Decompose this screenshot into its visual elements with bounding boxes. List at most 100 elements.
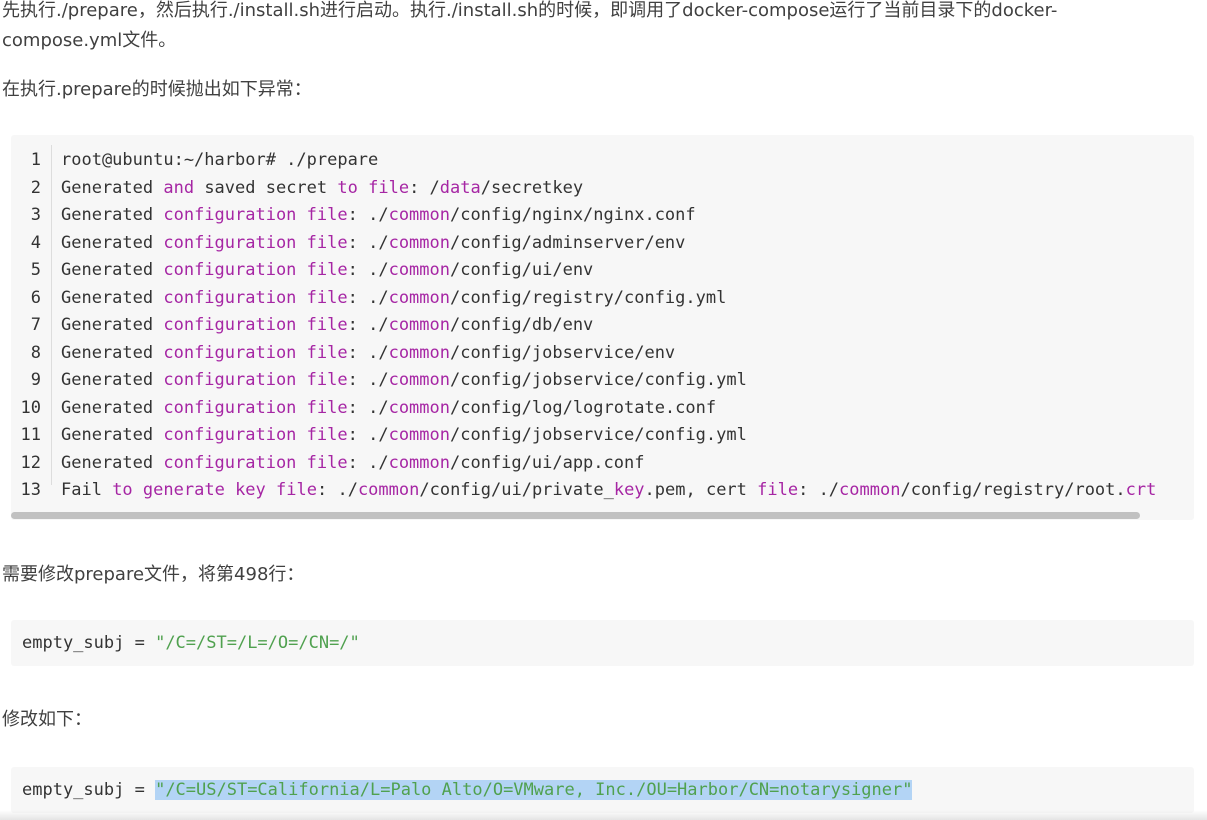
code-line: 6 Generated configuration file: ./common/… <box>11 285 1194 313</box>
code-keyword: file <box>306 342 348 363</box>
code-token: Fail <box>61 480 113 500</box>
old-snippet-var: empty_subj <box>22 633 125 653</box>
code-keyword: common <box>388 397 450 418</box>
line-number: 8 <box>30 342 41 363</box>
code-token: /config/ui/private_ <box>419 480 614 500</box>
code-line: 4 Generated configuration file: ./common/… <box>11 230 1194 258</box>
code-token: : / <box>409 177 440 198</box>
code-keyword: common <box>388 287 450 308</box>
code-keyword: file <box>306 315 348 335</box>
code-token: .pem, cert <box>644 480 758 500</box>
scrollbar-thumb[interactable] <box>11 512 1140 519</box>
code-line: 12 Generated configuration file: ./common… <box>11 450 1194 478</box>
code-keyword: generate <box>142 480 225 500</box>
old-snippet-value: "/C=/ST=/L=/O=/CN=/" <box>155 633 360 653</box>
exception-intro-text: 在执行.prepare的时候抛出如下异常： <box>2 79 312 100</box>
horizontal-scrollbar[interactable] <box>11 510 1194 520</box>
new-snippet-var: empty_subj <box>22 780 125 800</box>
line-number: 3 <box>30 205 41 225</box>
code-keyword: configuration <box>163 342 297 363</box>
line-number: 2 <box>30 177 41 198</box>
code-keyword: key <box>235 480 266 500</box>
code-token: /config/jobservice/env <box>450 342 676 363</box>
code-token: Generated <box>61 452 164 473</box>
new-value-snippet: empty_subj = "/C=US/ST=California/L=Palo… <box>11 767 1194 813</box>
code-keyword: file <box>306 425 348 445</box>
code-keyword: common <box>388 205 450 225</box>
code-token: /config/db/env <box>450 315 594 335</box>
code-line: 5 Generated configuration file: ./common/… <box>11 257 1194 285</box>
new-snippet-op: = <box>124 780 156 800</box>
code-keyword: common <box>388 232 450 253</box>
code-token: /config/ui/app.conf <box>450 452 645 473</box>
code-keyword: to <box>112 480 133 500</box>
code-keyword: common <box>357 480 420 500</box>
code-text: Generated configuration file: ./common/c… <box>61 422 747 450</box>
code-keyword: data <box>439 177 481 198</box>
code-line: 9 Generated configuration file: ./common/… <box>11 367 1194 395</box>
code-line: 3 Generated configuration file: ./common/… <box>11 202 1194 230</box>
code-keyword: file <box>306 205 348 225</box>
code-keyword: file <box>306 287 348 308</box>
code-keyword: file <box>306 232 348 253</box>
old-snippet-op: = <box>124 633 156 653</box>
code-keyword: crt <box>1125 480 1157 500</box>
code-token: Generated <box>61 232 164 253</box>
intro-paragraph-line1: 先执行./prepare，然后执行./install.sh进行启动。执行./in… <box>2 0 1058 21</box>
code-keyword: and <box>163 177 195 198</box>
code-line: 1 root@ubuntu:~/harbor# ./prepare <box>11 147 1194 175</box>
code-text: Generated configuration file: ./common/c… <box>61 312 593 340</box>
line-number: 5 <box>30 260 41 280</box>
code-token: Generated <box>61 397 164 418</box>
line-number: 13 <box>20 480 41 500</box>
code-token: Generated <box>61 425 164 445</box>
code-line: 11 Generated configuration file: ./common… <box>11 422 1194 450</box>
code-line: 2 Generated and saved secret to file: /da… <box>11 175 1194 203</box>
code-token: /secretkey <box>480 177 584 198</box>
code-keyword: configuration <box>163 452 297 473</box>
code-token: Generated <box>61 287 164 308</box>
code-token: : ./ <box>347 342 389 363</box>
code-keyword: file <box>306 397 348 418</box>
code-token: root@ubuntu:~/harbor# ./prepare <box>61 150 379 170</box>
code-token: : ./ <box>347 397 389 418</box>
line-number: 1 <box>30 150 41 170</box>
code-text: Generated configuration file: ./common/c… <box>61 285 726 313</box>
code-line: 7 Generated configuration file: ./common/… <box>11 312 1194 340</box>
code-token: /config/log/logrotate.conf <box>450 397 717 418</box>
code-text: Generated configuration file: ./common/c… <box>61 230 685 258</box>
code-token: Generated <box>61 315 164 335</box>
bottom-edge-shadow <box>0 810 1207 820</box>
code-keyword: configuration <box>163 260 297 280</box>
code-keyword: file <box>757 480 799 500</box>
code-keyword: common <box>388 425 450 445</box>
intro-paragraph-line2: compose.yml文件。 <box>2 30 177 51</box>
line-number: 11 <box>20 425 41 445</box>
code-token: Generated <box>61 342 164 363</box>
code-keyword: file <box>306 452 348 473</box>
prepare-output-code-block: 1 root@ubuntu:~/harbor# ./prepare 2 Generat… <box>11 135 1194 520</box>
code-token: : ./ <box>347 452 389 473</box>
code-text: Generated configuration file: ./common/c… <box>61 202 696 230</box>
code-keyword: configuration <box>163 397 297 418</box>
code-token: : ./ <box>316 480 358 500</box>
code-keyword: common <box>388 342 450 363</box>
code-keyword: file <box>306 370 348 390</box>
code-token: /config/jobservice/config.yml <box>450 370 747 390</box>
code-token: /config/jobservice/config.yml <box>450 425 747 445</box>
new-snippet-value-selected[interactable]: "/C=US/ST=California/L=Palo Alto/O=VMwar… <box>155 780 913 800</box>
code-token: /config/registry/root. <box>900 480 1126 500</box>
modify-to-text: 修改如下： <box>2 709 92 730</box>
code-text: Generated configuration file: ./common/c… <box>61 367 747 395</box>
code-line: 8 Generated configuration file: ./common/… <box>11 340 1194 368</box>
line-number: 4 <box>30 232 41 253</box>
code-token: : ./ <box>347 232 389 253</box>
code-text: Generated configuration file: ./common/c… <box>61 450 644 478</box>
